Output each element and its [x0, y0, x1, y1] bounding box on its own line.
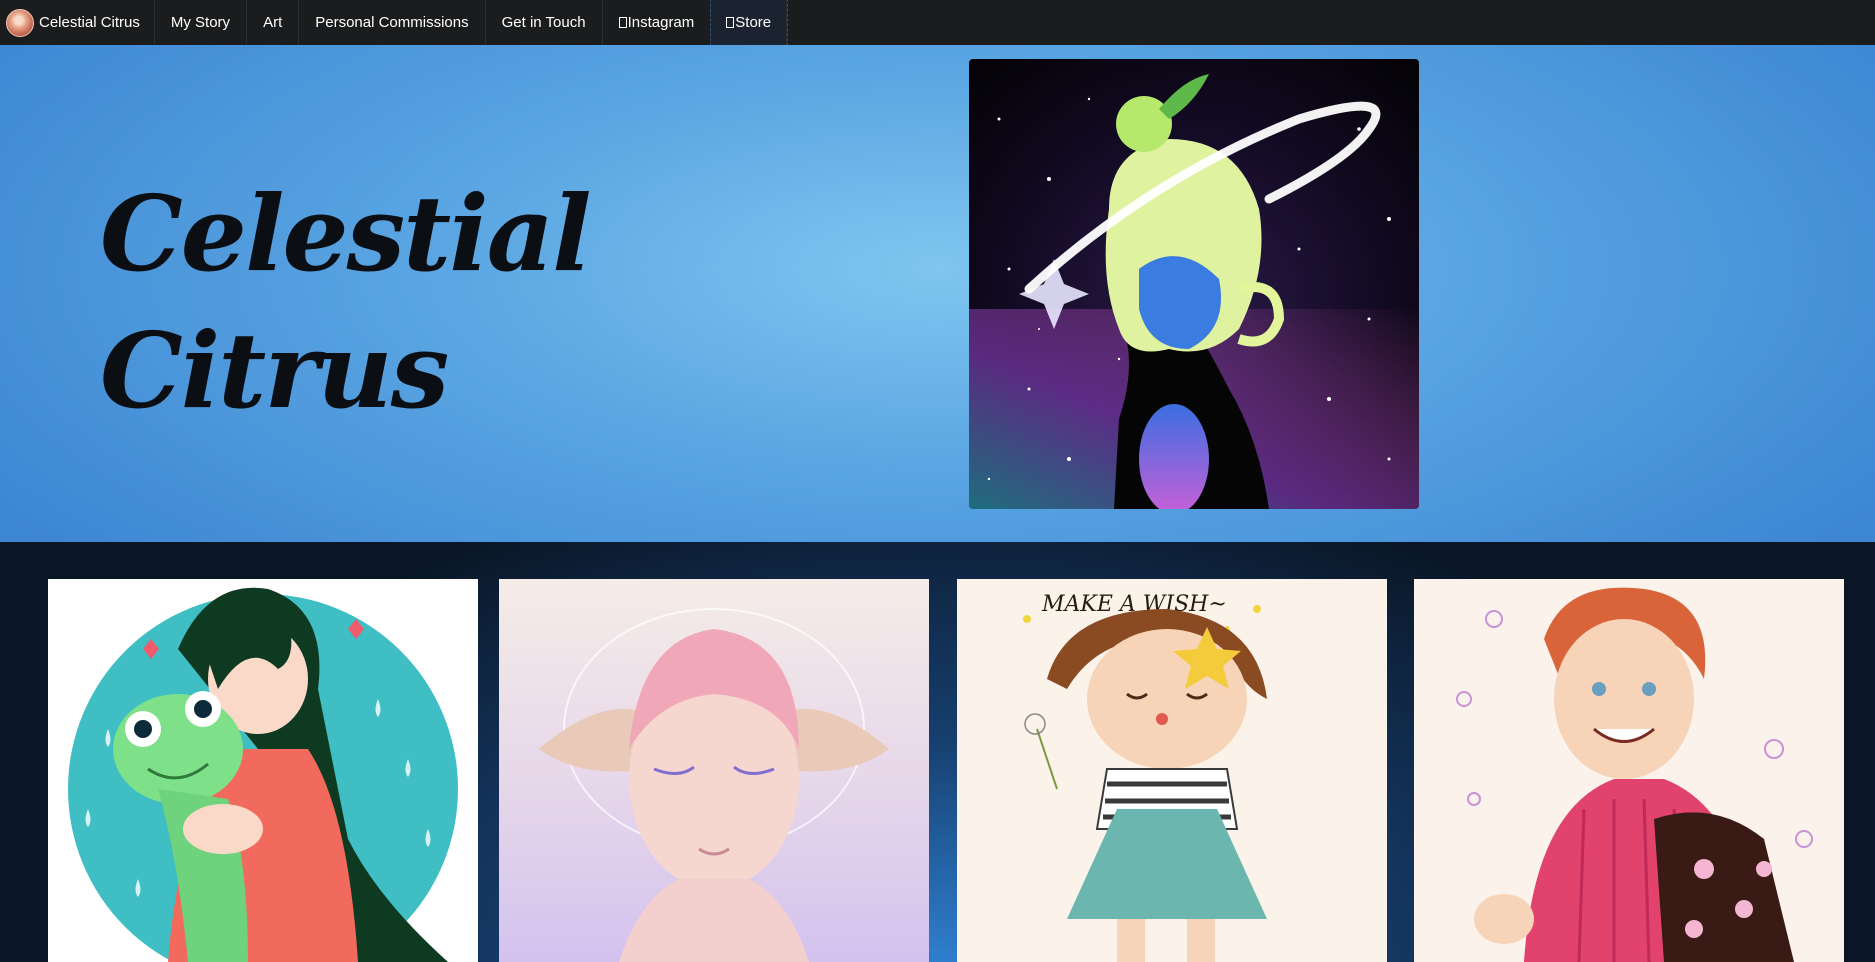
store-icon [726, 17, 735, 28]
nav-instagram-label: Instagram [627, 14, 695, 31]
nav-my-story-label: My Story [170, 14, 231, 31]
brand-link[interactable]: Celestial Citrus [0, 0, 155, 45]
gallery-card-flower-backpack[interactable] [1414, 579, 1844, 962]
nav-my-story[interactable]: My Story [155, 0, 248, 45]
nav-instagram[interactable]: Instagram [603, 0, 712, 45]
hero-title-line-1: Celestial [100, 172, 592, 295]
nav-art-label: Art [263, 14, 283, 31]
gallery-card-pastel-elf[interactable] [499, 579, 929, 962]
hero-section: Celestial Citrus [0, 45, 1875, 542]
hero-title-line-2: Citrus [100, 309, 449, 432]
nav-personal-commissions-label: Personal Commissions [315, 14, 469, 31]
nav-store[interactable]: Store [710, 0, 789, 46]
nav-get-in-touch[interactable]: Get in Touch [486, 0, 603, 45]
hero-title: Celestial Citrus [100, 165, 592, 439]
gallery-card-frog-girl[interactable] [48, 579, 478, 962]
brand-name: Celestial Citrus [39, 14, 140, 31]
gallery-section: MAKE A WISH~ [0, 542, 1875, 962]
nav-personal-commissions[interactable]: Personal Commissions [299, 0, 486, 45]
nav-art[interactable]: Art [247, 0, 300, 45]
top-navbar: Celestial Citrus My Story Art Personal C… [0, 0, 1875, 46]
gallery-card-make-a-wish[interactable]: MAKE A WISH~ [957, 579, 1387, 962]
instagram-icon [618, 17, 627, 28]
nav-get-in-touch-label: Get in Touch [501, 14, 586, 31]
brand-logo-icon [6, 8, 34, 37]
nav-store-label: Store [735, 14, 772, 31]
hero-artwork-galaxy-citrus [969, 59, 1419, 509]
